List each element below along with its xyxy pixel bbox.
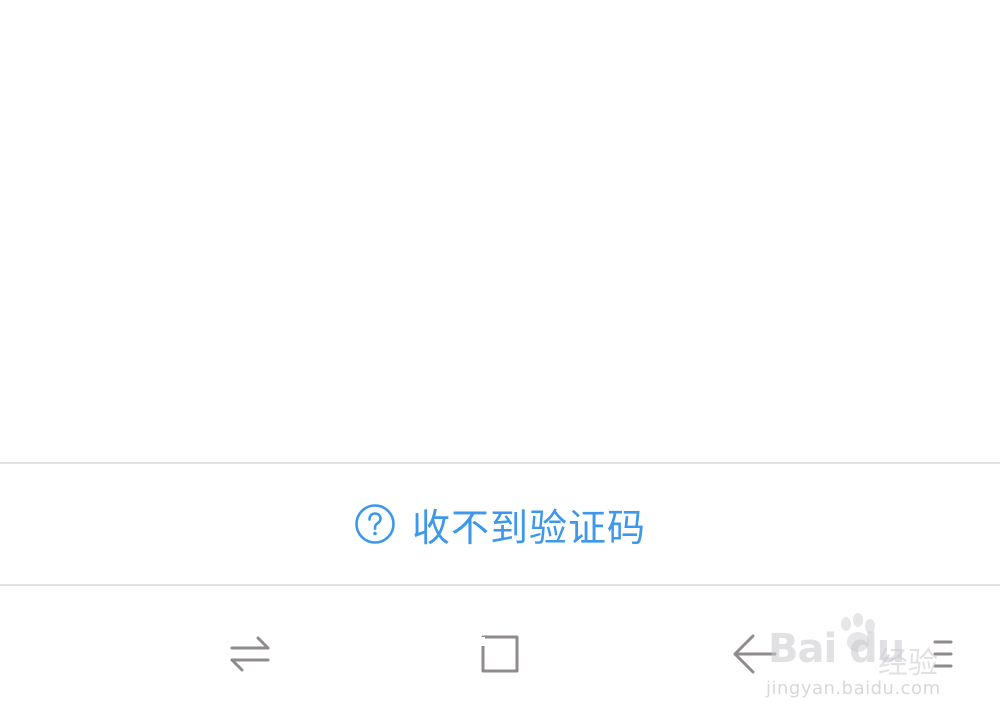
content-area: [0, 0, 1000, 462]
menu-button[interactable]: [900, 614, 970, 694]
square-icon: [481, 635, 519, 673]
help-link-label: 收不到验证码: [411, 505, 646, 550]
back-arrow-icon: [733, 634, 777, 674]
question-circle-icon: [355, 504, 395, 544]
swap-arrows-icon: [230, 636, 270, 672]
home-button[interactable]: [460, 614, 540, 694]
back-button[interactable]: [715, 614, 795, 694]
system-navigation-bar: [0, 586, 1000, 719]
help-link-content: 收不到验证码: [354, 497, 646, 552]
menu-lines-icon: [933, 640, 953, 668]
switch-apps-button[interactable]: [210, 614, 290, 694]
cant-receive-code-link[interactable]: 收不到验证码: [0, 464, 1000, 584]
